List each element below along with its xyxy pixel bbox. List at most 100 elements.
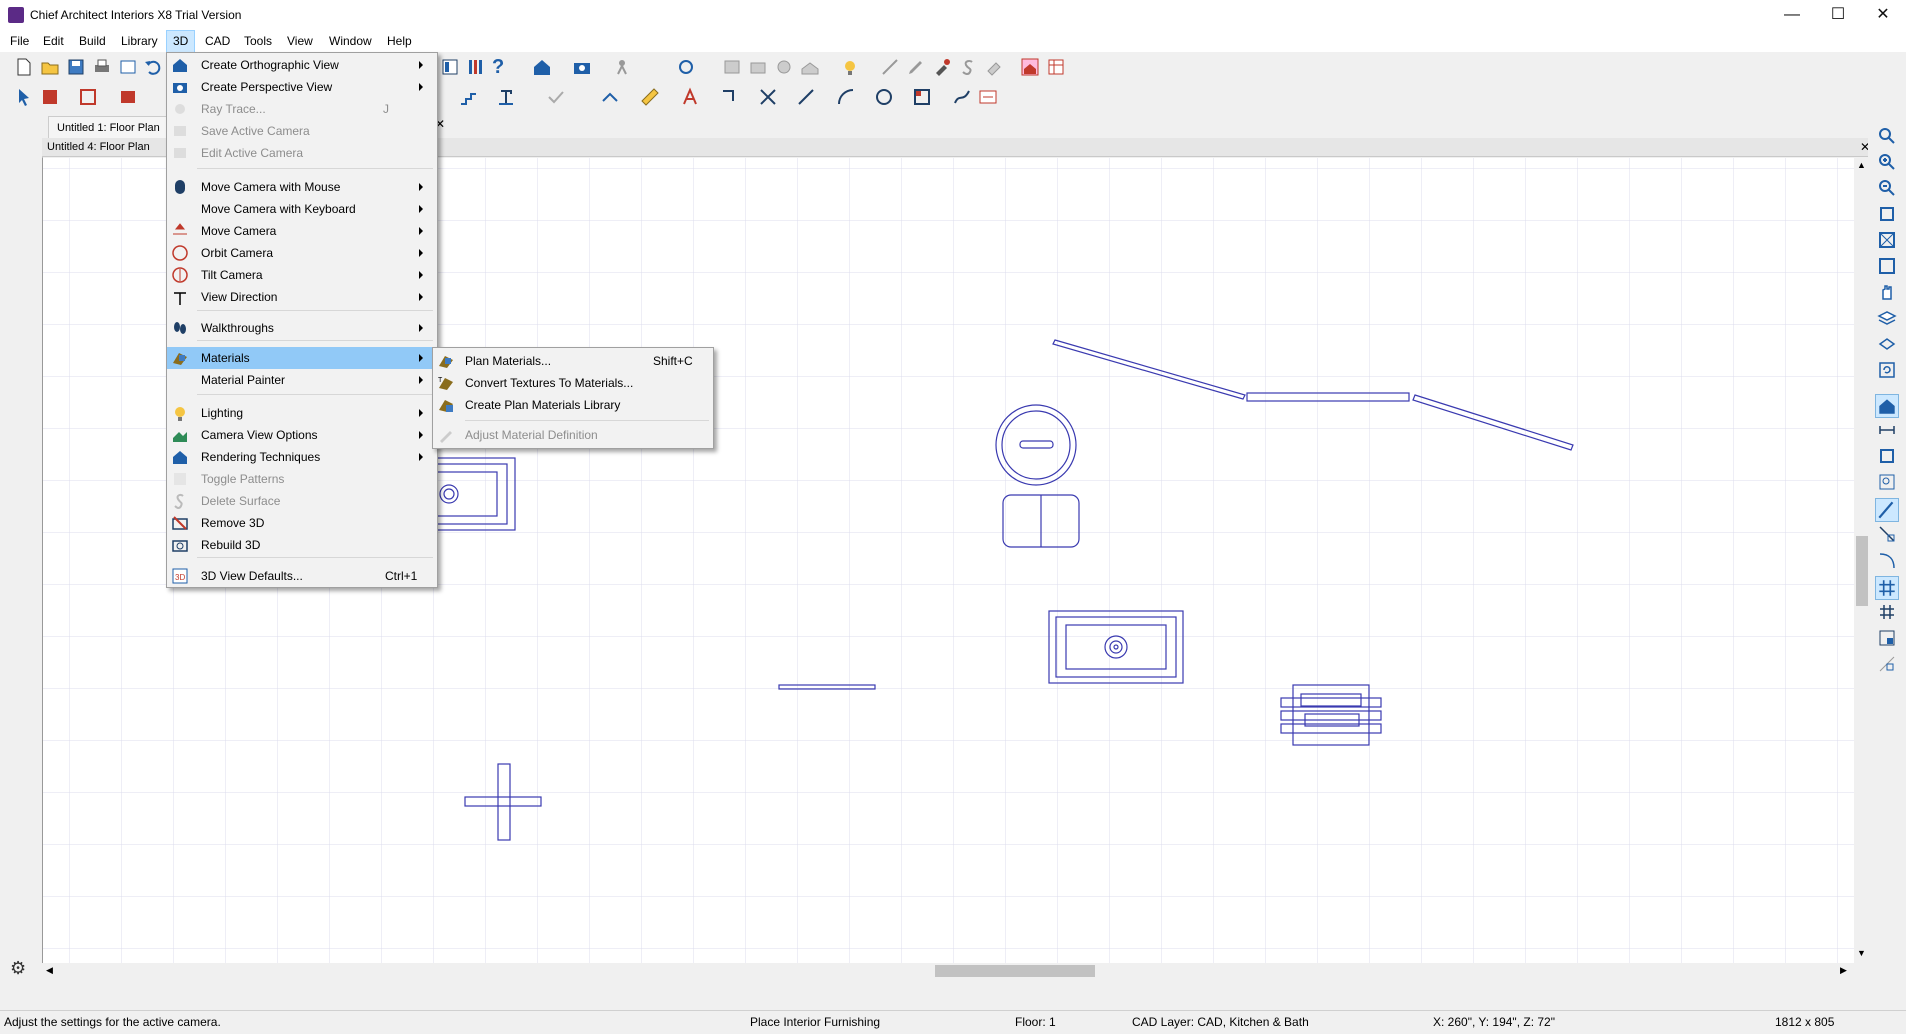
menu-item-remove-3d[interactable]: Remove 3D — [167, 512, 437, 534]
select-arrow-icon[interactable] — [14, 87, 34, 107]
menu-item-toggle-patterns[interactable]: Toggle Patterns — [167, 468, 437, 490]
dimension-icon[interactable] — [880, 57, 900, 77]
text-tool-icon[interactable] — [496, 87, 516, 107]
settings-gear-icon[interactable]: ⚙ — [10, 958, 26, 979]
spline-tool-icon[interactable] — [952, 87, 972, 107]
horizontal-scroll-thumb[interactable] — [935, 965, 1095, 977]
camera-icon[interactable] — [572, 57, 592, 77]
grid-snap-icon[interactable] — [1875, 576, 1899, 600]
menu-3d[interactable]: 3D — [166, 30, 196, 54]
menu-help[interactable]: Help — [381, 30, 418, 52]
exterior-view-icon[interactable] — [1020, 57, 1040, 77]
appliance-icon[interactable] — [748, 57, 768, 77]
menu-item-rebuild-3d[interactable]: Rebuild 3D — [167, 534, 437, 556]
line-tool-icon[interactable] — [796, 87, 816, 107]
save-icon[interactable] — [66, 57, 86, 77]
menu-item-camera-view-options[interactable]: Camera View Options — [167, 424, 437, 446]
menu-library[interactable]: Library — [115, 30, 164, 52]
grid-icon[interactable] — [1877, 602, 1897, 622]
menu-tools[interactable]: Tools — [238, 30, 278, 52]
find-icon[interactable] — [1877, 472, 1897, 492]
snap-house-icon[interactable] — [1875, 394, 1899, 418]
print-preview-icon[interactable] — [118, 57, 138, 77]
scroll-down-icon[interactable]: ▼ — [1857, 948, 1866, 958]
menu-item-move-camera-with-keyboard[interactable]: Move Camera with Keyboard — [167, 198, 437, 220]
material-eyedropper-icon[interactable] — [932, 57, 952, 77]
ruler-icon[interactable] — [640, 87, 660, 107]
wall-tool-icon[interactable] — [78, 87, 98, 107]
menu-item-move-camera[interactable]: Move Camera — [167, 220, 437, 242]
menu-item-create-perspective-view[interactable]: Create Perspective View — [167, 76, 437, 98]
menu-item-rendering-techniques[interactable]: Rendering Techniques — [167, 446, 437, 468]
frame-icon[interactable] — [1877, 446, 1897, 466]
maximize-button[interactable]: ☐ — [1815, 0, 1861, 30]
menu-item-delete-surface[interactable]: Delete Surface — [167, 490, 437, 512]
menu-item-3d-view-defaults[interactable]: 3D 3D View Defaults... Ctrl+1 — [167, 565, 437, 587]
cabinet-icon[interactable] — [722, 57, 742, 77]
menu-item-create-orthographic-view[interactable]: Create Orthographic View — [167, 54, 437, 76]
menu-item-ray-trace[interactable]: Ray Trace... J — [167, 98, 437, 120]
menu-item-material-painter[interactable]: Material Painter — [167, 369, 437, 391]
cad-grid-icon[interactable] — [1877, 654, 1897, 674]
callout-icon[interactable] — [720, 87, 740, 107]
object-snap-icon[interactable] — [1877, 524, 1897, 544]
layer-display-icon[interactable] — [1877, 334, 1897, 354]
menu-item-save-active-camera[interactable]: Save Active Camera — [167, 120, 437, 142]
fixture-icon[interactable] — [774, 57, 794, 77]
home-camera-icon[interactable] — [532, 57, 552, 77]
menu-build[interactable]: Build — [73, 30, 112, 52]
cabinet-tool-icon[interactable] — [118, 87, 138, 107]
x-mark-icon[interactable] — [758, 87, 778, 107]
box-tool-icon[interactable] — [912, 87, 932, 107]
menu-item-plan-materials[interactable]: Plan Materials... Shift+C — [433, 350, 713, 372]
roof-icon[interactable] — [800, 57, 820, 77]
menu-item-walkthroughs[interactable]: Walkthroughs — [167, 317, 437, 339]
bookshelf-icon[interactable] — [466, 57, 486, 77]
menu-cad[interactable]: CAD — [199, 30, 236, 52]
stair-tool-icon[interactable] — [458, 87, 478, 107]
menu-view[interactable]: View — [281, 30, 319, 52]
menu-item-view-direction[interactable]: View Direction — [167, 286, 437, 308]
menu-file[interactable]: File — [4, 30, 35, 52]
s-tool-icon[interactable] — [958, 57, 978, 77]
scroll-left-icon[interactable]: ◀ — [46, 965, 53, 976]
arc-tool-icon[interactable] — [836, 87, 856, 107]
menu-item-lighting[interactable]: Lighting — [167, 402, 437, 424]
light-icon[interactable] — [840, 57, 860, 77]
menu-window[interactable]: Window — [323, 30, 378, 52]
pencil-icon[interactable] — [906, 57, 926, 77]
angle-snap-icon[interactable] — [1875, 498, 1899, 522]
library-browser-icon[interactable] — [440, 57, 460, 77]
orbit-icon[interactable] — [676, 57, 696, 77]
help-icon[interactable]: ? — [492, 57, 512, 77]
close-button[interactable]: ✕ — [1860, 0, 1906, 30]
zoom-icon[interactable] — [1877, 126, 1897, 146]
scroll-right-icon[interactable]: ▶ — [1840, 965, 1847, 976]
undo-zoom-icon[interactable] — [1877, 204, 1897, 224]
walk-camera-icon[interactable] — [612, 57, 632, 77]
scroll-up-icon[interactable]: ▲ — [1857, 160, 1866, 170]
fill-window-building-icon[interactable] — [1877, 256, 1897, 276]
up-floor-icon[interactable] — [600, 87, 620, 107]
cad-block-icon[interactable] — [978, 87, 998, 107]
menu-item-materials[interactable]: Materials — [167, 347, 437, 369]
pan-hand-icon[interactable] — [1877, 282, 1897, 302]
refresh-icon[interactable] — [1877, 360, 1897, 380]
menu-item-orbit-camera[interactable]: Orbit Camera — [167, 242, 437, 264]
menu-item-edit-active-camera[interactable]: Edit Active Camera — [167, 142, 437, 164]
edit-object-icon[interactable] — [40, 87, 60, 107]
layers-icon[interactable] — [1877, 308, 1897, 328]
menu-edit[interactable]: Edit — [37, 30, 70, 52]
menu-item-create-plan-materials-library[interactable]: Create Plan Materials Library — [433, 394, 713, 416]
arc-snap-icon[interactable] — [1877, 550, 1897, 570]
fill-window-icon[interactable] — [1877, 230, 1897, 250]
menu-item-adjust-material-definition[interactable]: Adjust Material Definition — [433, 424, 713, 446]
check-icon[interactable] — [546, 87, 566, 107]
undo-icon[interactable] — [143, 57, 163, 77]
dimension-line-icon[interactable] — [1877, 420, 1897, 440]
circle-tool-icon[interactable] — [874, 87, 894, 107]
horizontal-scrollbar[interactable]: ◀ ▶ — [42, 963, 1854, 979]
zoom-in-icon[interactable] — [1877, 152, 1897, 172]
zoom-out-icon[interactable] — [1877, 178, 1897, 198]
cross-section-icon[interactable] — [1046, 57, 1066, 77]
